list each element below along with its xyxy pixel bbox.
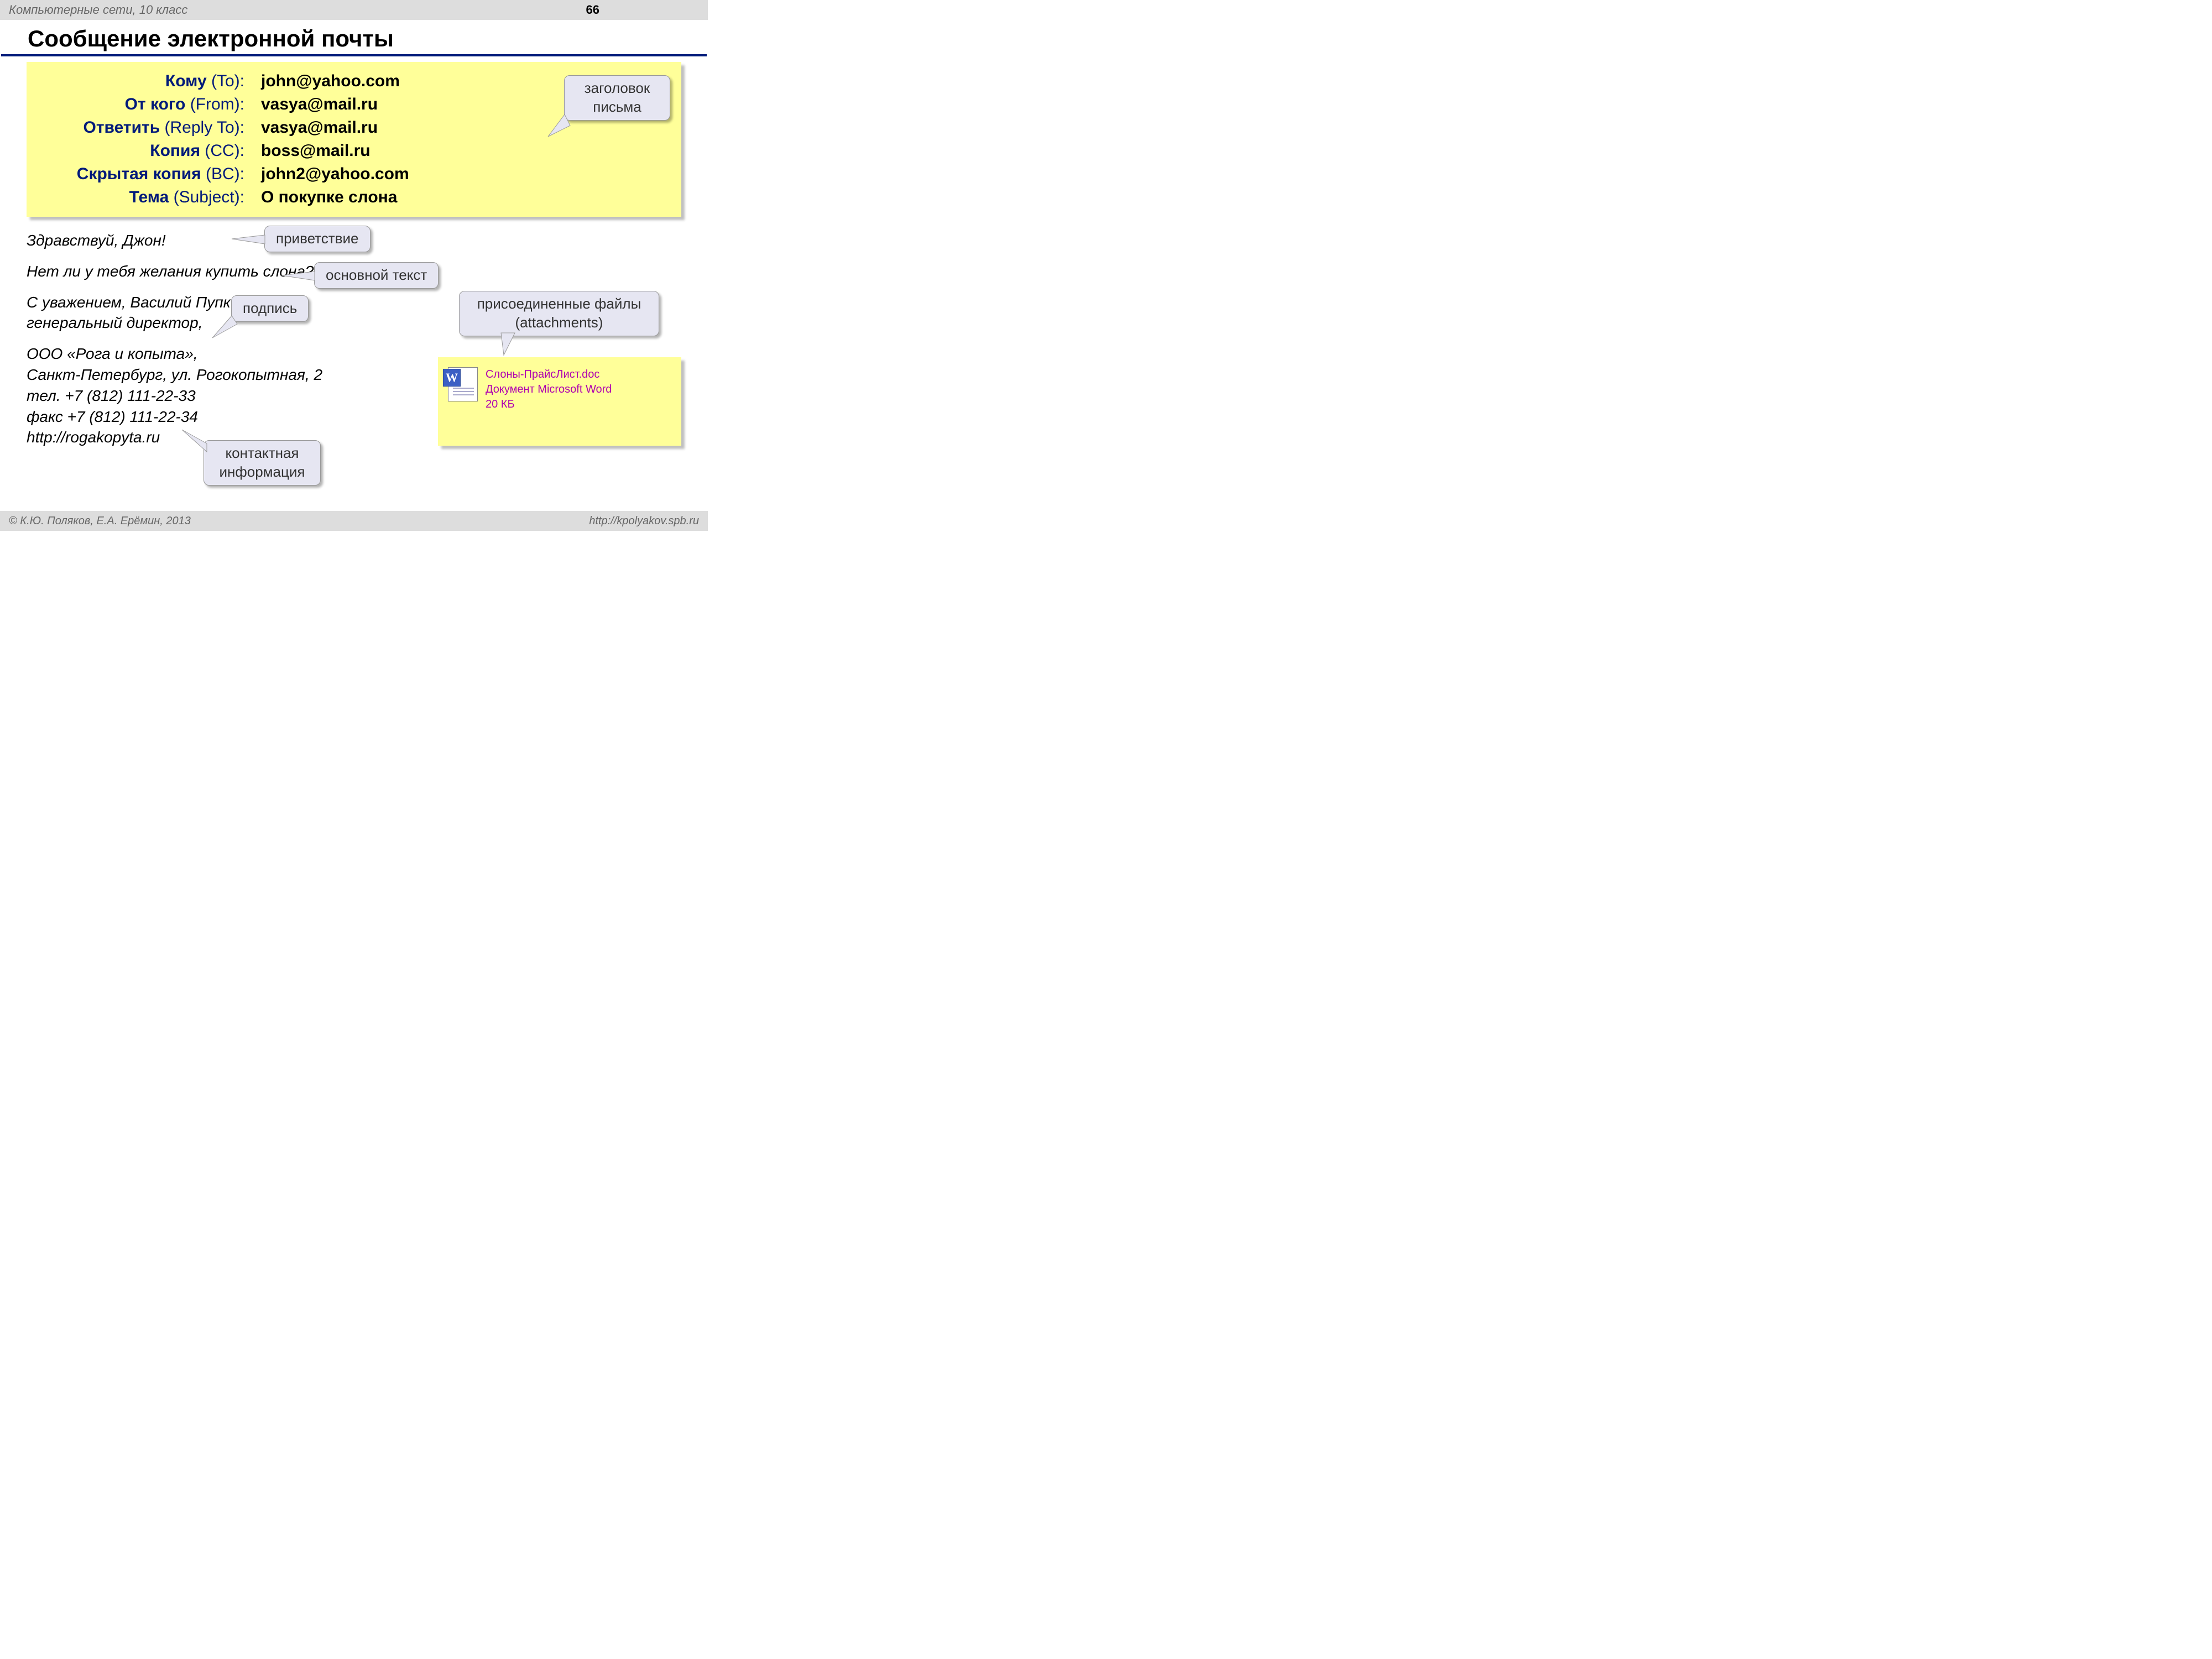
label-subject-ru: Тема — [129, 188, 169, 206]
attachment-filename: Слоны-ПрайсЛист.doc — [486, 367, 612, 382]
top-bar: Компьютерные сети, 10 класс 66 — [0, 0, 708, 20]
label-replyto-en: (Reply To): — [165, 118, 245, 137]
label-cc-en: (CC): — [205, 142, 244, 160]
footer-url: http://kpolyakov.spb.ru — [589, 515, 699, 528]
callout-greeting-text: приветствие — [276, 230, 359, 247]
label-bcc-ru: Скрытая копия — [77, 165, 201, 183]
callout-contact-line1: контактная — [225, 445, 299, 461]
callout-attachments-line1: присоединенные файлы — [477, 295, 641, 312]
label-cc-ru: Копия — [150, 142, 200, 160]
body-main: Нет ли у тебя желания купить слона? — [27, 261, 336, 282]
attachment-info: Слоны-ПрайсЛист.doc Документ Microsoft W… — [486, 367, 612, 412]
attachment-size: 20 КБ — [486, 397, 612, 412]
footer-copyright: © К.Ю. Поляков, Е.А. Ерёмин, 2013 — [9, 515, 191, 528]
label-replyto-ru: Ответить — [84, 118, 160, 137]
header-row-subject: Тема (Subject): О покупке слона — [40, 186, 668, 209]
callout-greeting: приветствие — [264, 226, 371, 252]
callout-attachments-line2: (attachments) — [515, 314, 603, 331]
callout-attachments: присоединенные файлы (attachments) — [459, 291, 659, 336]
header-row-cc: Копия (CC): boss@mail.ru — [40, 139, 668, 163]
attachment-type: Документ Microsoft Word — [486, 382, 612, 397]
callout-contact-line2: информация — [219, 463, 305, 480]
label-to-ru: Кому — [165, 72, 207, 90]
value-cc: boss@mail.ru — [261, 139, 371, 163]
label-from-ru: От кого — [125, 95, 186, 113]
callout-signature: подпись — [231, 295, 309, 322]
callout-body-text: основной текст — [326, 267, 427, 283]
header-row-bcc: Скрытая копия (BC): john2@yahoo.com — [40, 163, 668, 186]
course-label: Компьютерные сети, 10 класс — [9, 3, 187, 17]
label-bcc-en: (BC): — [206, 165, 244, 183]
value-bcc: john2@yahoo.com — [261, 163, 409, 186]
label-from-en: (From): — [190, 95, 244, 113]
email-header-box: Кому (To): john@yahoo.com От кого (From)… — [27, 62, 681, 217]
word-document-icon — [448, 367, 478, 401]
callout-header-text: заголовок письма — [585, 80, 650, 115]
value-from: vasya@mail.ru — [261, 93, 378, 116]
page-number: 66 — [586, 3, 599, 17]
email-body-area: Здравствуй, Джон! Нет ли у тебя желания … — [27, 230, 681, 448]
value-subject: О покупке слона — [261, 186, 397, 209]
body-contact: ООО «Рога и копыта», Санкт-Петербург, ул… — [27, 343, 336, 448]
footer-bar: © К.Ю. Поляков, Е.А. Ерёмин, 2013 http:/… — [0, 511, 708, 531]
email-body-text: Здравствуй, Джон! Нет ли у тебя желания … — [27, 230, 336, 448]
callout-header: заголовок письма — [564, 75, 670, 121]
value-to: john@yahoo.com — [261, 70, 400, 93]
callout-body: основной текст — [314, 262, 439, 289]
slide-title: Сообщение электронной почты — [1, 20, 707, 56]
label-subject-en: (Subject): — [174, 188, 244, 206]
label-to-en: (To): — [211, 72, 244, 90]
callout-contact: контактная информация — [204, 440, 321, 486]
attachment-box: Слоны-ПрайсЛист.doc Документ Microsoft W… — [438, 357, 681, 446]
callout-signature-text: подпись — [243, 300, 297, 316]
value-replyto: vasya@mail.ru — [261, 116, 378, 139]
